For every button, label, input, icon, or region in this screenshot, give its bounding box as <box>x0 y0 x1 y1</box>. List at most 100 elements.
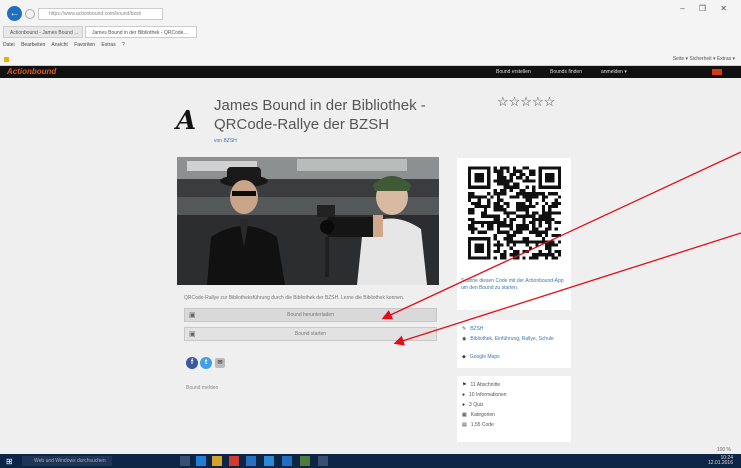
qr-module <box>468 195 472 199</box>
qr-caption[interactable]: Scanne diesen Code mit der Actionbound-A… <box>461 278 565 292</box>
mail-share-icon[interactable]: ✉ <box>215 358 225 368</box>
qr-module <box>557 211 561 215</box>
nav-create-bound[interactable]: Bound erstellen <box>496 66 531 78</box>
command-bar[interactable]: Seite ▾ Sicherheit ▾ Extras ▾ <box>673 56 735 62</box>
mail-app-icon[interactable] <box>264 456 274 466</box>
author-link[interactable]: von BZSH <box>214 138 237 144</box>
twitter-share-icon[interactable]: t <box>200 357 212 369</box>
qr-module <box>538 253 542 257</box>
menu-item-help[interactable]: ? <box>122 42 125 48</box>
nav-login[interactable]: anmelden ▾ <box>601 66 627 78</box>
qr-module <box>509 240 513 244</box>
bound-stats-card: ⚑ 11 Abschnitte ● 10 Informationen ● 3 Quiz… <box>457 376 571 442</box>
qr-module <box>532 172 536 177</box>
qr-module <box>490 195 494 199</box>
chrome-icon[interactable] <box>229 456 239 466</box>
browser-tab[interactable]: Actionbound - James Bound ... <box>3 26 83 38</box>
system-tray-clock[interactable]: 10:24 12.01.2016 <box>708 456 733 466</box>
rating-stars[interactable]: ☆☆☆☆☆ <box>497 94 555 110</box>
qr-module <box>525 243 529 247</box>
menu-item-tools[interactable]: Extras <box>101 42 115 48</box>
download-bound-button[interactable]: ▣ Bound herunterladen <box>184 308 437 322</box>
site-logo[interactable]: Actionbound <box>7 66 56 78</box>
windows-start-icon[interactable]: ⊞ <box>6 457 13 466</box>
back-button[interactable]: ← <box>7 6 22 21</box>
qr-module <box>551 217 555 222</box>
qr-module <box>538 224 542 228</box>
report-link[interactable]: Bound melden <box>186 385 218 391</box>
qr-module <box>528 214 533 218</box>
qr-module <box>509 185 513 189</box>
store-icon[interactable] <box>246 456 256 466</box>
qr-module <box>532 204 536 209</box>
qr-module <box>548 243 552 247</box>
address-bar[interactable]: https://www.actionbound.com/bound/bzsh <box>38 8 163 20</box>
facebook-share-icon[interactable]: f <box>186 357 198 369</box>
qr-module <box>480 230 485 234</box>
qr-module <box>468 224 472 228</box>
forward-button[interactable] <box>25 9 35 19</box>
qr-module <box>528 256 533 260</box>
qr-module <box>496 208 501 212</box>
qr-module <box>525 249 529 254</box>
qr-module <box>528 230 533 234</box>
start-bound-button[interactable]: ▣ Bound starten <box>184 327 437 341</box>
qr-module <box>541 240 545 244</box>
qr-module <box>500 208 504 212</box>
qr-module <box>500 179 504 183</box>
explorer-icon[interactable] <box>212 456 222 466</box>
qr-module <box>525 204 529 209</box>
menu-item-view[interactable]: Ansicht <box>51 42 67 48</box>
favorites-star-icon[interactable] <box>4 57 9 62</box>
qr-module <box>506 182 510 186</box>
link-label: BZSH <box>470 326 484 332</box>
qr-module <box>525 176 529 180</box>
link-map[interactable]: ◆ Google Maps <box>462 354 566 360</box>
ie-icon[interactable] <box>282 456 292 466</box>
nav-find-bounds[interactable]: Bounds finden <box>550 66 582 78</box>
qr-module <box>535 256 539 260</box>
qr-module <box>512 172 517 177</box>
qr-module <box>506 204 510 209</box>
qr-module <box>490 214 494 218</box>
qr-module <box>544 240 549 244</box>
qr-module <box>512 249 517 254</box>
qr-module <box>503 211 507 215</box>
edge-icon[interactable] <box>196 456 206 466</box>
qr-module <box>477 195 481 199</box>
link-tags[interactable]: ◉ Bibliothek, Einführung, Rallye, Schule <box>462 336 566 342</box>
window-controls[interactable]: – ❐ ✕ <box>680 4 733 13</box>
menu-item-file[interactable]: Datei <box>3 42 15 48</box>
grid-icon: ▦ <box>462 412 467 418</box>
qr-module <box>493 214 497 218</box>
qr-module <box>522 188 526 193</box>
qr-module <box>484 230 488 234</box>
app-icon[interactable] <box>318 456 328 466</box>
qr-module <box>554 201 558 205</box>
link-author[interactable]: ✎ BZSH <box>462 326 566 332</box>
browser-tab-active[interactable]: James Bound in der Bibliothek - QRCode..… <box>85 26 197 38</box>
language-flag-icon[interactable] <box>712 69 722 75</box>
qr-module <box>522 214 526 218</box>
menu-bar: Datei Bearbeiten Ansicht Favoriten Extra… <box>3 42 130 50</box>
taskbar-search[interactable]: Web und Windows durchsuchen <box>22 456 112 466</box>
qr-module <box>487 198 491 202</box>
task-view-icon[interactable] <box>180 456 190 466</box>
app-icon[interactable] <box>300 456 310 466</box>
qr-module <box>557 249 561 254</box>
qr-module <box>506 166 510 170</box>
qr-module <box>509 195 513 199</box>
qr-module <box>554 211 558 215</box>
qr-module <box>519 176 523 180</box>
qr-finder <box>544 172 555 183</box>
qr-module <box>548 227 552 231</box>
zoom-level[interactable]: 100 % <box>717 447 731 453</box>
menu-item-edit[interactable]: Bearbeiten <box>21 42 45 48</box>
qr-module <box>535 233 539 238</box>
qr-module <box>474 201 478 205</box>
site-navbar: Actionbound Bound erstellen Bounds finde… <box>0 66 741 78</box>
qr-module <box>525 224 529 228</box>
menu-item-favorites[interactable]: Favoriten <box>74 42 95 48</box>
qr-module <box>474 227 478 231</box>
qr-module <box>484 195 488 199</box>
